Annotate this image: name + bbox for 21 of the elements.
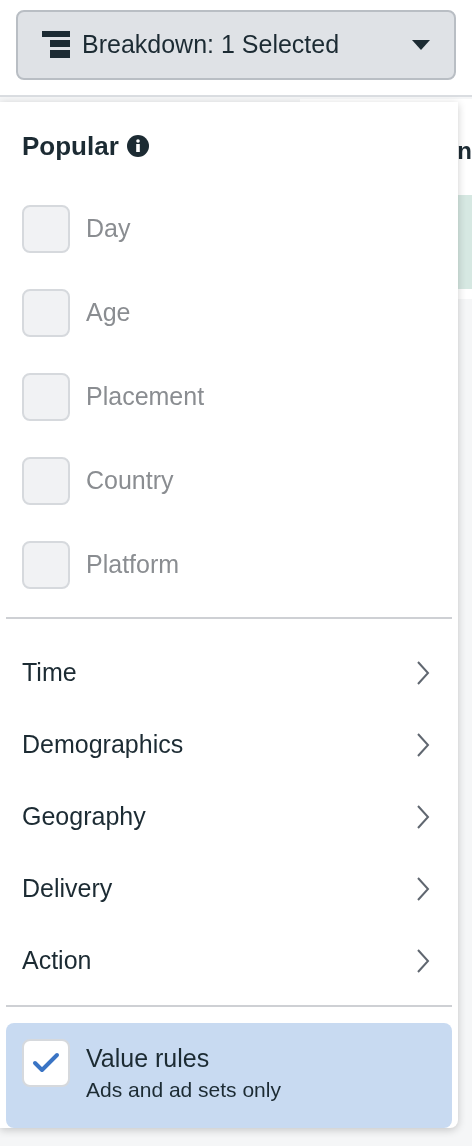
info-icon [126,135,149,158]
column-header: n [457,136,472,166]
submenu-item[interactable]: Geography [0,780,458,853]
option-description: Ads and ad sets only [86,1076,281,1103]
checkbox[interactable] [22,1038,70,1087]
submenu-item[interactable]: Action [0,924,458,997]
chevron-right-icon [416,659,430,686]
submenu-item[interactable]: Time [0,636,458,709]
checkmark-icon [32,1051,60,1074]
chevron-right-icon [416,947,430,974]
caret-icon [412,40,430,50]
submenu-item[interactable]: Demographics [0,708,458,781]
breakdown-icon [42,31,70,59]
chevron-right-icon [416,875,430,902]
option-label: Value rules [86,1042,211,1074]
chevron-right-icon [416,803,430,830]
submenu-item[interactable]: Delivery [0,852,458,925]
value-rules-option[interactable]: Value rules Ads and ad sets only [6,1022,452,1128]
section-title: Popular [22,129,119,163]
chevron-right-icon [416,731,430,758]
breakdown-dropdown-button[interactable]: Breakdown: 1 Selected [16,10,456,80]
